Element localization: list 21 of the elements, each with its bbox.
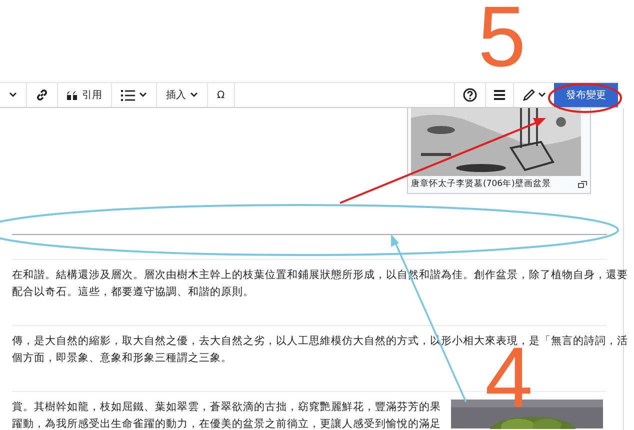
paragraph-text: 個方面，即景象、意象和形象三種謂之三象。 [12, 351, 233, 366]
insert-button[interactable]: 插入 [157, 83, 208, 107]
caret-icon [139, 92, 147, 98]
quote-button[interactable]: 引用 [58, 83, 112, 107]
annotation-number: 5 [478, 6, 526, 70]
paragraph-text: 躍動，為我所感受出生命雀躍的動力，在優美的盆景之前徜立，更讓人感受到愉悅的滿足 [12, 417, 441, 430]
pencil-icon [522, 88, 535, 102]
menu-icon [494, 90, 505, 100]
image-caption: 唐章怀太子李贤墓(706年)壁画盆景 [411, 178, 551, 190]
caret-icon [190, 92, 198, 98]
paragraph-text: 賞。其樹幹如龍，枝如屈鐵、葉如翠雲，蒼翠欲滴的古拙，窈窕艷麗鮮花，豐滿芬芳的果 [12, 400, 441, 415]
special-character-button[interactable]: Ω [208, 83, 235, 107]
list-icon [121, 90, 135, 100]
link-icon [36, 89, 48, 101]
caret-icon [538, 92, 546, 98]
quote-icon [67, 90, 78, 100]
help-icon [463, 88, 477, 102]
paragraph-text: 配合以奇石。這些，都要遵守協調、和諧的原則。 [12, 285, 255, 300]
caret-icon [9, 92, 17, 98]
publish-button[interactable]: 發布變更 [554, 83, 618, 107]
enlarge-icon[interactable] [578, 180, 587, 188]
